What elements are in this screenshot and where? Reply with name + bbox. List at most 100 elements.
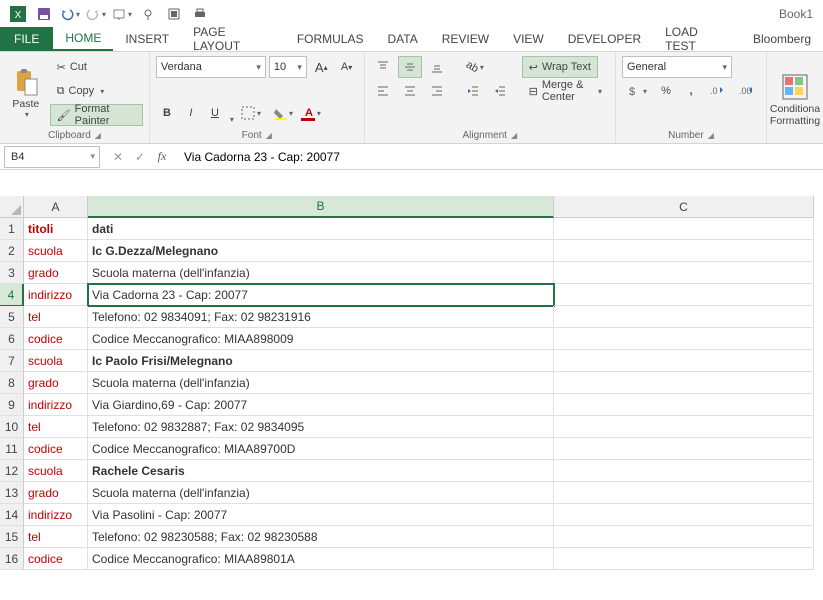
col-header[interactable]: A	[24, 196, 88, 218]
fx-icon[interactable]: fx	[152, 147, 172, 167]
tab-review[interactable]: REVIEW	[430, 27, 501, 51]
row-header[interactable]: 2	[0, 240, 24, 262]
increase-indent-button[interactable]	[488, 80, 512, 102]
row-header[interactable]: 4	[0, 284, 24, 306]
tab-file[interactable]: FILE	[0, 27, 53, 51]
decrease-decimal-button[interactable]: .00	[734, 80, 760, 102]
cell[interactable]	[554, 416, 814, 438]
decrease-indent-button[interactable]	[461, 80, 485, 102]
cell[interactable]: tel	[24, 526, 88, 548]
number-format-select[interactable]: General	[622, 56, 732, 78]
cell[interactable]: grado	[24, 372, 88, 394]
save-icon[interactable]	[32, 3, 56, 25]
touch-icon[interactable]	[136, 3, 160, 25]
font-name-select[interactable]: Verdana	[156, 56, 266, 78]
cell[interactable]	[554, 284, 814, 306]
tab-loadtest[interactable]: LOAD TEST	[653, 27, 741, 51]
row-header[interactable]: 15	[0, 526, 24, 548]
enter-icon[interactable]: ✓	[130, 147, 150, 167]
orientation-button[interactable]: ab▾	[461, 56, 489, 78]
increase-decimal-button[interactable]: .0	[705, 80, 731, 102]
tab-bloomberg[interactable]: Bloomberg	[741, 27, 823, 51]
tab-data[interactable]: DATA	[376, 27, 430, 51]
tab-home[interactable]: HOME	[53, 27, 113, 51]
row-header[interactable]: 1	[0, 218, 24, 240]
cell[interactable]: dati	[88, 218, 554, 240]
align-middle-button[interactable]	[398, 56, 422, 78]
print-icon[interactable]	[188, 3, 212, 25]
cell[interactable]: Telefono: 02 9832887; Fax: 02 9834095	[88, 416, 554, 438]
cell[interactable]: tel	[24, 306, 88, 328]
percent-button[interactable]: %	[655, 80, 677, 102]
qat-icon[interactable]: ▾	[110, 3, 134, 25]
cell[interactable]	[554, 218, 814, 240]
cell[interactable]: scuola	[24, 240, 88, 262]
row-header[interactable]: 3	[0, 262, 24, 284]
cell[interactable]: Codice Meccanografico: MIAA898009	[88, 328, 554, 350]
cut-button[interactable]: ✂Cut	[50, 56, 94, 78]
cell[interactable]: Ic G.Dezza/Melegnano	[88, 240, 554, 262]
row-header[interactable]: 8	[0, 372, 24, 394]
cell[interactable]	[554, 438, 814, 460]
row-header[interactable]: 11	[0, 438, 24, 460]
cancel-icon[interactable]: ✕	[108, 147, 128, 167]
cell[interactable]: Rachele Cesaris	[88, 460, 554, 482]
cell[interactable]: Telefono: 02 9834091; Fax: 02 98231916	[88, 306, 554, 328]
align-right-button[interactable]	[425, 80, 449, 102]
select-all-button[interactable]	[0, 196, 24, 218]
excel-icon[interactable]: X	[6, 3, 30, 25]
cell[interactable]: Codice Meccanografico: MIAA89700D	[88, 438, 554, 460]
fill-color-button[interactable]: ▾	[268, 102, 298, 124]
wrap-text-button[interactable]: ↩Wrap Text	[522, 56, 598, 78]
col-header[interactable]: C	[554, 196, 814, 218]
tab-insert[interactable]: INSERT	[113, 27, 181, 51]
paste-button[interactable]: Paste ▾	[6, 56, 46, 128]
cell[interactable]: scuola	[24, 460, 88, 482]
align-center-button[interactable]	[398, 80, 422, 102]
copy-button[interactable]: ⧉Copy▾	[50, 80, 112, 102]
row-header[interactable]: 7	[0, 350, 24, 372]
tab-pagelayout[interactable]: PAGE LAYOUT	[181, 27, 285, 51]
cell[interactable]: scuola	[24, 350, 88, 372]
cell[interactable]: codice	[24, 328, 88, 350]
cell[interactable]	[554, 372, 814, 394]
cell[interactable]: Ic Paolo Frisi/Melegnano	[88, 350, 554, 372]
cell[interactable]	[554, 548, 814, 570]
dialog-launcher-icon[interactable]: ◢	[511, 131, 517, 140]
tab-view[interactable]: VIEW	[501, 27, 556, 51]
cell[interactable]: indirizzo	[24, 394, 88, 416]
cell[interactable]	[554, 306, 814, 328]
cell[interactable]	[554, 262, 814, 284]
border-button[interactable]: ▾	[236, 102, 266, 124]
comma-button[interactable]: ,	[680, 80, 702, 102]
dialog-launcher-icon[interactable]: ◢	[266, 131, 272, 140]
cell[interactable]: grado	[24, 262, 88, 284]
formula-input[interactable]	[176, 146, 823, 168]
dialog-launcher-icon[interactable]: ◢	[95, 131, 101, 140]
italic-button[interactable]: I	[180, 102, 202, 124]
row-header[interactable]: 12	[0, 460, 24, 482]
cell[interactable]: Scuola materna (dell'infanzia)	[88, 372, 554, 394]
cell[interactable]: Via Giardino,69 - Cap: 20077	[88, 394, 554, 416]
cell[interactable]	[554, 350, 814, 372]
cell[interactable]: codice	[24, 438, 88, 460]
cell[interactable]: codice	[24, 548, 88, 570]
cell[interactable]	[554, 504, 814, 526]
undo-icon[interactable]: ▾	[58, 3, 82, 25]
conditional-formatting-button[interactable]: Conditiona Formatting	[773, 56, 817, 141]
cell[interactable]	[554, 328, 814, 350]
row-header[interactable]: 13	[0, 482, 24, 504]
align-bottom-button[interactable]	[425, 56, 449, 78]
cell[interactable]: Scuola materna (dell'infanzia)	[88, 262, 554, 284]
dialog-launcher-icon[interactable]: ◢	[708, 131, 714, 140]
underline-button[interactable]: U	[204, 102, 226, 124]
cell[interactable]: tel	[24, 416, 88, 438]
cell[interactable]: Via Cadorna 23 - Cap: 20077	[88, 284, 554, 306]
row-header[interactable]: 14	[0, 504, 24, 526]
cell[interactable]: Via Pasolini - Cap: 20077	[88, 504, 554, 526]
name-box[interactable]: B4	[4, 146, 100, 168]
cell[interactable]	[554, 526, 814, 548]
cell[interactable]	[554, 482, 814, 504]
cell[interactable]: Codice Meccanografico: MIAA89801A	[88, 548, 554, 570]
row-header[interactable]: 6	[0, 328, 24, 350]
